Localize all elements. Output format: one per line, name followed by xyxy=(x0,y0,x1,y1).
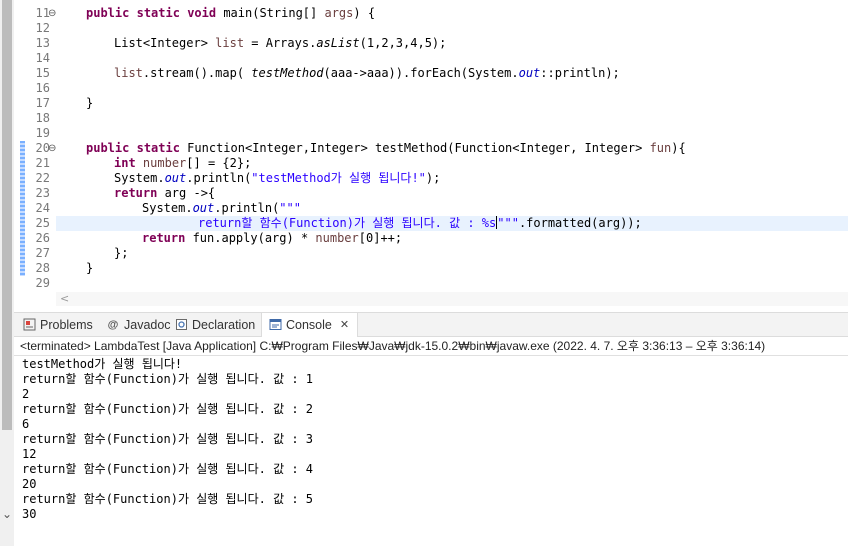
tab-label: Declaration xyxy=(192,318,256,332)
console-icon xyxy=(268,318,282,332)
code-line-15: list.stream().map( testMethod(aaa->aaa))… xyxy=(114,66,620,80)
console-divider xyxy=(14,355,848,356)
line-number: 25 xyxy=(35,216,50,230)
tab-declaration[interactable]: Declaration xyxy=(174,313,255,337)
console-view[interactable]: <terminated> LambdaTest [Java Applicatio… xyxy=(14,337,848,546)
line-number: 22 xyxy=(35,171,50,185)
close-icon[interactable]: ✕ xyxy=(340,313,349,337)
console-output-line: 12 xyxy=(22,447,37,461)
line-number: 27 xyxy=(35,246,50,260)
line-number: 13 xyxy=(35,36,50,50)
tab-label: Console xyxy=(286,318,332,332)
line-number: 28 xyxy=(35,261,50,275)
console-output-line: return할 함수(Function)가 실행 됩니다. 값 : 4 xyxy=(22,462,314,476)
left-scrollbar-thumb[interactable] xyxy=(2,0,12,430)
problems-icon xyxy=(22,318,36,332)
code-line-20: public static Function<Integer,Integer> … xyxy=(86,141,686,155)
code-line-11: public static void main(String[] args) { xyxy=(86,6,376,20)
code-line-26: return fun.apply(arg) * number[0]++; xyxy=(142,231,403,245)
editor-horizontal-scrollbar[interactable]: < xyxy=(56,292,848,306)
line-number: 12 xyxy=(35,21,50,35)
left-scrollbar-track[interactable] xyxy=(0,0,14,500)
tab-javadoc[interactable]: @ Javadoc xyxy=(106,313,171,337)
line-number: 24 xyxy=(35,201,50,215)
console-output-line: return할 함수(Function)가 실행 됩니다. 값 : 3 xyxy=(22,432,314,446)
code-line-24: System.out.println(""" xyxy=(142,201,301,215)
code-line-21: int number[] = {2}; xyxy=(114,156,252,170)
line-number: 23 xyxy=(35,186,50,200)
code-line-28: } xyxy=(86,261,94,275)
declaration-icon xyxy=(174,318,188,332)
line-number: 26 xyxy=(35,231,50,245)
chevron-left-icon[interactable]: < xyxy=(60,292,69,306)
console-output-line: 20 xyxy=(22,477,37,491)
console-output-line: return할 함수(Function)가 실행 됩니다. 값 : 2 xyxy=(22,402,314,416)
tab-label: Javadoc xyxy=(124,318,171,332)
line-number: 18 xyxy=(35,111,50,125)
line-number: 29 xyxy=(35,276,50,290)
code-line-13: List<Integer> list = Arrays.asList(1,2,3… xyxy=(114,36,447,50)
line-number: 21 xyxy=(35,156,50,170)
console-process-label: <terminated> LambdaTest [Java Applicatio… xyxy=(20,339,766,353)
code-line-22: System.out.println("testMethod가 실행 됩니다!"… xyxy=(114,171,441,185)
code-line-23: return arg ->{ xyxy=(114,186,216,200)
fold-collapse-icon[interactable] xyxy=(48,9,57,18)
line-number: 19 xyxy=(35,126,50,140)
line-number: 14 xyxy=(35,51,50,65)
code-line-25: return할 함수(Function)가 실행 됩니다. 값 : %s""".… xyxy=(198,216,642,230)
line-number: 15 xyxy=(35,66,50,80)
chevron-down-icon[interactable]: ⌄ xyxy=(0,505,14,523)
fold-collapse-icon[interactable] xyxy=(48,144,57,153)
console-output-line: 30 xyxy=(22,507,37,521)
tab-console[interactable]: Console ✕ xyxy=(261,313,359,337)
code-line-27: }; xyxy=(114,246,129,260)
console-output-line: return할 함수(Function)가 실행 됩니다. 값 : 5 xyxy=(22,492,314,506)
tab-problems[interactable]: Problems xyxy=(22,313,93,337)
tab-label: Problems xyxy=(40,318,93,332)
console-output-line: testMethod가 실행 됩니다! xyxy=(22,357,183,371)
view-tab-bar: Problems @ Javadoc Declaration Console ✕ xyxy=(14,312,848,337)
code-line-17: } xyxy=(86,96,94,110)
javadoc-icon: @ xyxy=(107,319,119,331)
left-panel-strip: ⌄ xyxy=(0,0,14,546)
line-number: 16 xyxy=(35,81,50,95)
code-editor[interactable]: 11 12 13 14 15 16 17 18 19 20 21 22 23 2… xyxy=(14,0,848,310)
console-output-line: return할 함수(Function)가 실행 됩니다. 값 : 1 xyxy=(22,372,314,386)
line-number: 17 xyxy=(35,96,50,110)
console-output-line: 6 xyxy=(22,417,30,431)
console-output-line: 2 xyxy=(22,387,30,401)
